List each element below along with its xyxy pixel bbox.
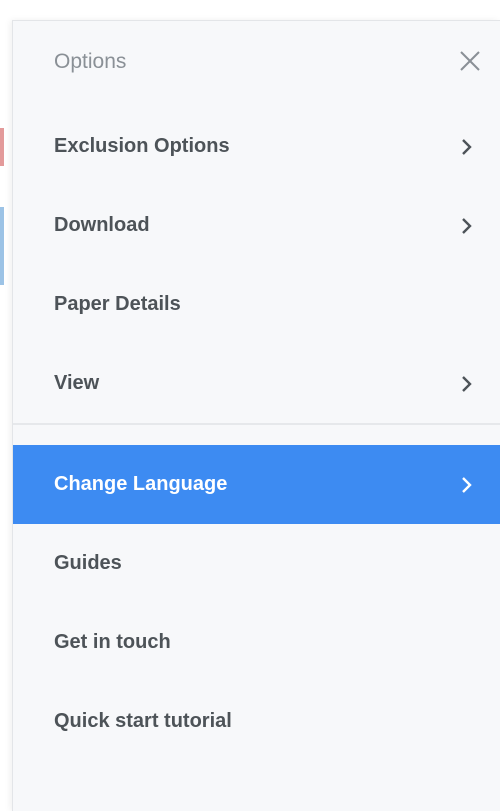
menu-item-change-language[interactable]: Change Language [13, 445, 500, 524]
menu-item-quick-start-tutorial[interactable]: Quick start tutorial [13, 682, 500, 761]
menu-group-primary: Exclusion Options Download Paper Details… [13, 107, 500, 423]
menu-item-view[interactable]: View [13, 344, 500, 423]
menu-item-get-in-touch[interactable]: Get in touch [13, 603, 500, 682]
menu-item-download[interactable]: Download [13, 186, 500, 265]
menu-item-label: Change Language [54, 473, 228, 495]
options-panel: Options Exclusion Options Download Paper… [12, 20, 500, 811]
background-edge-marker [0, 207, 4, 285]
close-button[interactable] [454, 45, 486, 77]
panel-header: Options [13, 21, 500, 107]
menu-item-label: Guides [54, 552, 122, 574]
panel-title: Options [54, 50, 127, 73]
menu-item-label: View [54, 372, 100, 394]
menu-item-guides[interactable]: Guides [13, 524, 500, 603]
chevron-right-icon [458, 375, 476, 393]
chevron-right-icon [458, 217, 476, 235]
menu-item-label: Download [54, 214, 150, 236]
menu-group-secondary: Change Language Guides Get in touch Quic… [13, 425, 500, 761]
chevron-right-icon [458, 138, 476, 156]
menu-item-exclusion-options[interactable]: Exclusion Options [13, 107, 500, 186]
chevron-right-icon [458, 476, 476, 494]
menu-item-label: Quick start tutorial [54, 710, 232, 732]
menu-item-label: Exclusion Options [54, 135, 230, 157]
menu-item-label: Get in touch [54, 631, 171, 653]
background-edge-marker [0, 128, 4, 166]
menu-item-label: Paper Details [54, 293, 181, 315]
menu-item-paper-details[interactable]: Paper Details [13, 265, 500, 344]
close-icon [460, 51, 480, 71]
